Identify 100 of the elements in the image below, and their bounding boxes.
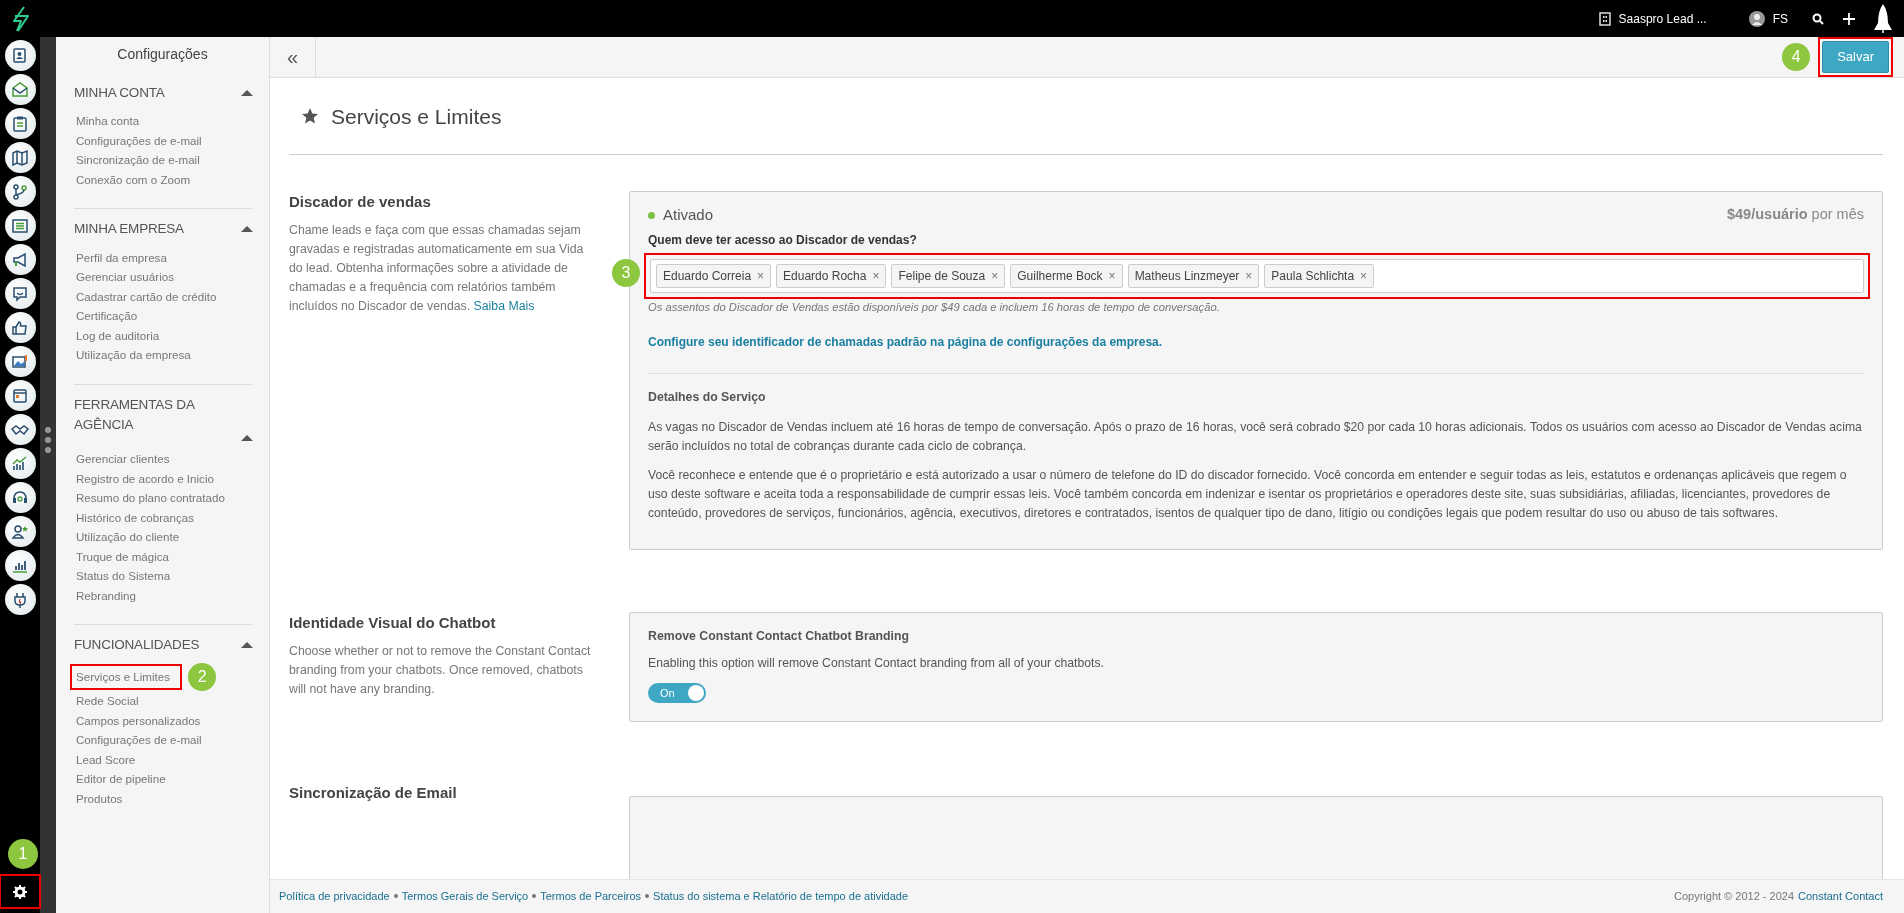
collapse-caret[interactable] (241, 90, 253, 97)
contact-card-icon (11, 46, 29, 65)
chat-bubble-button[interactable] (4, 278, 36, 309)
sidebar-link[interactable]: Minha conta (74, 111, 142, 131)
footer-link[interactable]: Política de privacidade (279, 888, 390, 905)
branch-button[interactable] (4, 176, 36, 207)
section-heading: Discador de vendas (289, 192, 432, 212)
collapse-caret[interactable] (241, 435, 253, 441)
footer-link[interactable]: Termos de Parceiros (540, 888, 642, 905)
tag-name: Matheus Linzmeyer (1134, 267, 1240, 285)
tag-name: Felipe de Souza (898, 267, 986, 285)
clipboard-button[interactable] (4, 108, 36, 139)
plus-icon[interactable] (1842, 11, 1856, 26)
sidebar-link[interactable]: Histórico de cobranças (74, 507, 196, 527)
status-label: Ativado (663, 205, 714, 225)
sidebar-link[interactable]: Perfil da empresa (74, 247, 169, 267)
megaphone-icon (11, 250, 29, 269)
envelope-button[interactable] (4, 74, 36, 105)
sidebar-link[interactable]: Truque de mágica (74, 546, 172, 566)
field-label: Quem deve ter acesso ao Discador de vendas? (648, 231, 918, 249)
list-icon (11, 216, 29, 235)
remove-tag-button[interactable]: × (1245, 266, 1253, 285)
save-button[interactable]: Salvar (1822, 41, 1889, 73)
sidebar-link[interactable]: Log de auditoria (74, 325, 162, 345)
envelope-icon (11, 80, 29, 99)
sidebar-link[interactable]: Produtos (74, 788, 125, 809)
image-button[interactable] (4, 346, 36, 377)
remove-tag-button[interactable]: × (991, 266, 999, 285)
user-initials[interactable]: FS (1772, 9, 1788, 28)
calendar-button[interactable] (4, 380, 36, 411)
sidebar-link[interactable]: Campos personalizados (74, 710, 203, 731)
sidebar-link[interactable]: Registro de acordo e Inicio (74, 468, 216, 488)
drag-handle[interactable] (45, 427, 51, 453)
footer-link[interactable]: Status do sistema e Relatório de tempo de atividade (653, 888, 909, 905)
sidebar-link[interactable]: Sincronização de e-mail (74, 150, 202, 170)
bar-chart-button[interactable] (4, 550, 36, 581)
map-button[interactable] (4, 142, 36, 173)
section-heading[interactable]: FUNCIONALIDADES (74, 635, 200, 656)
footer-link[interactable]: Termos Gerais de Serviço (401, 888, 529, 905)
building-icon (1598, 11, 1611, 26)
plug-button[interactable] (4, 584, 36, 615)
sidebar-link[interactable]: Rebranding (74, 585, 138, 605)
line-chart-button[interactable] (4, 448, 36, 479)
card-title: Remove Constant Contact Chatbot Branding (648, 628, 910, 646)
list-button[interactable] (4, 210, 36, 241)
details-paragraph: As vagas no Discador de Vendas incluem até 16 horas de tempo de conversação. Após o prazo de 16 horas, você será cobrado $20 por cada 10 horas adicionais. Todos os usuários com acesso ao Discador de Vendas acima serão incluídos no total de cobranças durante cada ciclo de cobrança. (648, 419, 1863, 456)
search-icon[interactable] (1812, 12, 1824, 25)
settings-icon[interactable] (13, 884, 27, 899)
tag-name: Eduardo Rocha (783, 267, 867, 285)
sidebar-link[interactable]: Serviços e Limites (74, 667, 173, 687)
sidebar-link[interactable]: Conexão com o Zoom (74, 169, 193, 190)
sidebar-link[interactable]: Utilização do cliente (74, 527, 182, 547)
tag-name: Guilherme Bock (1017, 267, 1103, 285)
avatar-icon[interactable] (1748, 10, 1765, 27)
callout-badge: 3 (612, 258, 640, 287)
company-link[interactable]: Constant Contact (1798, 888, 1883, 905)
section-heading: Sincronização de Email (289, 782, 458, 803)
sidebar-link[interactable]: Lead Score (74, 749, 138, 770)
sidebar-link[interactable]: Resumo do plano contratado (74, 488, 227, 508)
sidebar-link[interactable]: Configurações de e-mail (74, 130, 204, 151)
section-heading[interactable]: MINHA EMPRESA (74, 219, 184, 240)
section-heading[interactable]: FERRAMENTAS DA AGÊNCIA (74, 394, 253, 435)
toggle-switch[interactable]: On (648, 682, 706, 703)
callout-badge: 1 (8, 839, 38, 869)
sidebar-link[interactable]: Gerenciar clientes (74, 449, 172, 469)
headset-button[interactable] (4, 482, 36, 513)
user-star-button[interactable] (4, 516, 36, 547)
tag-input-field[interactable]: Eduardo Correia × Eduardo Rocha × Felipe de Souza × Guilherme Bock × Matheus Linzmeyer × Paula Schlichta × (650, 258, 1864, 293)
price-label: $49/usuário por mês (1727, 205, 1864, 225)
remove-tag-button[interactable]: × (1108, 266, 1116, 285)
remove-tag-button[interactable]: × (757, 266, 765, 285)
remove-tag-button[interactable]: × (872, 266, 880, 285)
sidebar-link[interactable]: Status do Sistema (74, 566, 173, 586)
megaphone-button[interactable] (4, 244, 36, 275)
page-title: Serviços e Limites (331, 103, 502, 130)
sidebar-link[interactable]: Certificação (74, 306, 140, 326)
thumbs-up-icon (11, 318, 29, 337)
collapse-caret[interactable] (241, 642, 253, 649)
contact-card-button[interactable] (4, 40, 36, 71)
collapse-caret[interactable] (241, 226, 253, 233)
sidebar-link[interactable]: Configurações de e-mail (74, 730, 204, 750)
branch-icon (11, 182, 29, 201)
section-heading[interactable]: MINHA CONTA (74, 83, 165, 104)
callout-badge: 2 (188, 663, 217, 692)
account-link[interactable]: Saaspro Lead ... (1618, 9, 1707, 28)
section-description: Chame leads e faça com que essas chamadas sejam gravadas e registradas automaticamente em sua Vida do lead. Obtenha informações sobre a atividade de chamadas e a frequência com relatórios também incluídos no Discador de vendas. Saiba Mais (289, 221, 585, 315)
rocket-icon[interactable] (1872, 2, 1894, 35)
collapse-button[interactable]: « (270, 37, 316, 77)
settings-link[interactable]: Configure seu identificador de chamadas padrão na página de configurações da empresa. (648, 335, 1163, 350)
sidebar-link[interactable]: Rede Social (74, 691, 141, 711)
card-text: Enabling this option will remove Constant Contact branding from all of your chatbots. (648, 654, 1105, 672)
more-link[interactable]: Saiba Mais (473, 298, 535, 313)
sidebar-link[interactable]: Editor de pipeline (74, 769, 168, 789)
calendar-icon (11, 386, 29, 405)
sidebar-link[interactable]: Cadastrar cartão de crédito (74, 286, 219, 306)
thumbs-up-button[interactable] (4, 312, 36, 343)
sidebar-link[interactable]: Gerenciar usuários (74, 267, 176, 287)
tag-name: Eduardo Correia (663, 267, 752, 285)
sidebar-link[interactable]: Utilização da empresa (74, 345, 193, 365)
remove-tag-button[interactable]: × (1360, 266, 1368, 285)
